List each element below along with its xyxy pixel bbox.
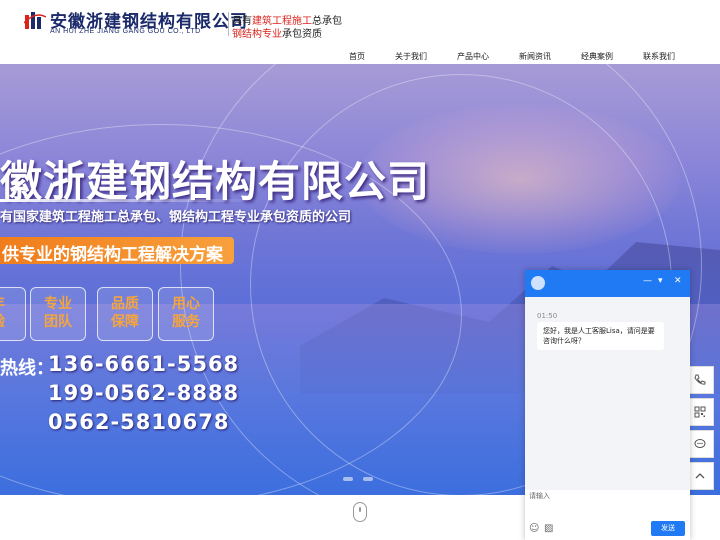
phone-number: 199-0562-8888: [48, 381, 240, 405]
back-to-top-icon[interactable]: [686, 462, 714, 490]
chat-widget[interactable]: — ▾ ✕ 01:50 您好，我是人工客服Lisa，请问是要咨询什么呀？ 请输入…: [525, 270, 690, 540]
nav-item-cases[interactable]: 经典案例: [581, 51, 613, 62]
message-time: 01:50: [537, 312, 558, 320]
banner-subline: 有国家建筑工程施工总承包、钢结构工程专业承包资质的公司: [0, 210, 352, 225]
nav-item-news[interactable]: 新闻资讯: [519, 51, 551, 62]
chat-icon[interactable]: [686, 430, 714, 458]
carousel-dots: [343, 473, 379, 485]
phone-number: 0562-5810678: [48, 410, 230, 434]
phone-icon[interactable]: [686, 366, 714, 394]
scroll-down-icon[interactable]: [353, 502, 367, 522]
qrcode-icon[interactable]: [686, 398, 714, 426]
main-nav: 首页 关于我们 产品中心 新闻资讯 经典案例 联系我们: [0, 51, 720, 65]
nav-item-about[interactable]: 关于我们: [395, 51, 427, 62]
agent-avatar: [531, 276, 545, 290]
hotline-label: 热线：: [0, 358, 54, 379]
qualification-line-2: 钢结构专业承包资质: [232, 29, 322, 40]
nav-item-home[interactable]: 首页: [349, 51, 365, 62]
nav-item-products[interactable]: 产品中心: [457, 51, 489, 62]
feature-team: 专业 团队: [30, 287, 86, 341]
logo-icon[interactable]: [24, 9, 46, 31]
site-header: 安徽浙建钢结构有限公司 AN HUI ZHE JIANG GANG GOU CO…: [0, 0, 720, 50]
agent-message: 您好，我是人工客服Lisa，请问是要咨询什么呀？: [537, 322, 664, 350]
carousel-dot[interactable]: [343, 477, 353, 481]
close-icon[interactable]: ✕: [674, 276, 682, 286]
header-divider: [228, 12, 229, 36]
nav-item-contact[interactable]: 联系我们: [643, 51, 675, 62]
expand-icon[interactable]: ▾: [658, 276, 663, 286]
feature-service: 用心 服务: [158, 287, 214, 341]
minimize-icon[interactable]: —: [643, 276, 652, 286]
send-button[interactable]: 发送: [651, 521, 685, 536]
company-english-name: AN HUI ZHE JIANG GANG GOU CO., LTD: [50, 28, 201, 35]
chat-messages: 01:50 您好，我是人工客服Lisa，请问是要咨询什么呀？: [525, 297, 690, 490]
chat-input[interactable]: 请输入: [529, 491, 550, 501]
headline-underline: [0, 199, 260, 202]
feature-quality: 品质 保障: [97, 287, 153, 341]
emoji-icon[interactable]: ☺: [529, 523, 539, 534]
image-icon[interactable]: ▨: [544, 523, 553, 534]
feature-experience: 丰验: [0, 287, 26, 341]
phone-number: 136-6661-5568: [48, 352, 240, 376]
carousel-dot[interactable]: [363, 477, 373, 481]
chat-header: — ▾ ✕: [525, 270, 690, 297]
banner-slogan: 供专业的钢结构工程解决方案: [2, 245, 223, 265]
